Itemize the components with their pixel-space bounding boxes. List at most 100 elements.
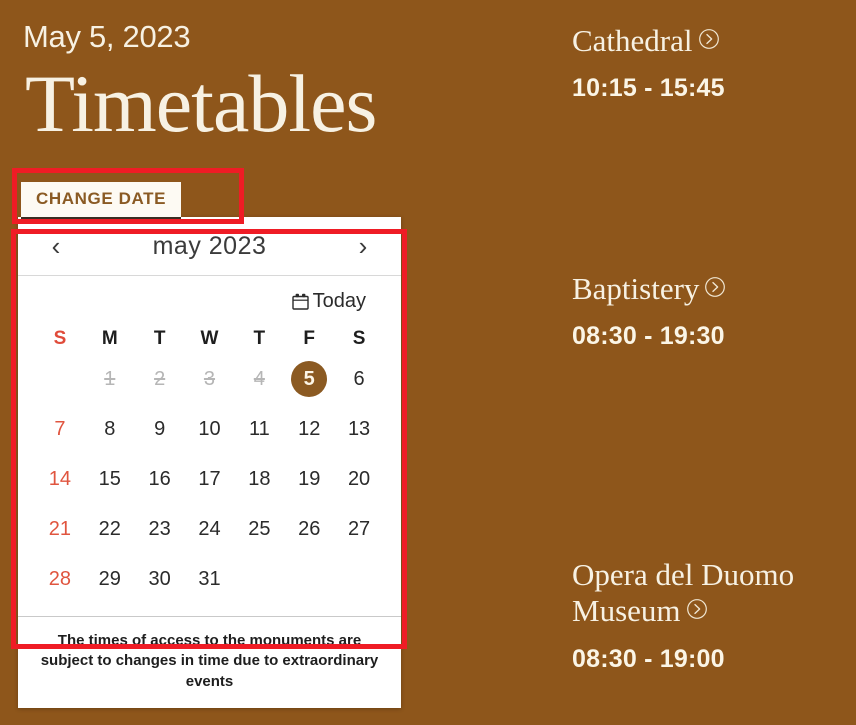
calendar-day-16[interactable]: 16	[135, 454, 185, 504]
monument-name-link[interactable]: Opera del Duomo Museum	[572, 557, 856, 629]
calendar-day-7[interactable]: 7	[35, 404, 85, 454]
calendar-day-17[interactable]: 17	[185, 454, 235, 504]
calendar-day-6[interactable]: 6	[334, 354, 384, 404]
calendar-day-14[interactable]: 14	[35, 454, 85, 504]
monument-name-link[interactable]: Cathedral	[572, 22, 856, 58]
calendar-day-label: 12	[298, 418, 321, 440]
calendar-day-label: 24	[198, 518, 221, 540]
calendar-day-label: 23	[148, 518, 171, 540]
today-button[interactable]: Today	[286, 289, 372, 314]
weekday-wednesday: W	[200, 328, 219, 349]
calendar-day-22[interactable]: 22	[85, 504, 135, 554]
calendar-day-8[interactable]: 8	[85, 404, 135, 454]
calendar-day-disabled-1: 1	[85, 354, 135, 404]
calendar-day-label: 7	[54, 418, 66, 440]
calendar-day-label: 2	[154, 368, 166, 390]
weekday-friday: F	[303, 328, 316, 349]
calendar-day-9[interactable]: 9	[135, 404, 185, 454]
calendar-day-label: 25	[248, 518, 271, 540]
calendar-day-disabled-2: 2	[135, 354, 185, 404]
calendar-day-12[interactable]: 12	[284, 404, 334, 454]
calendar-day-24[interactable]: 24	[185, 504, 235, 554]
circle-chevron-right-icon[interactable]	[704, 270, 726, 305]
monument-entry: Baptistery 08:30 - 19:30	[572, 270, 856, 351]
calendar-header: ‹ may 2023 ›	[18, 217, 401, 276]
current-date-label: May 5, 2023	[23, 19, 191, 54]
calendar-day-27[interactable]: 27	[334, 504, 384, 554]
calendar-day-label: 1	[104, 368, 116, 390]
calendar-day-label: 6	[353, 368, 365, 390]
calendar-day-label: 29	[98, 568, 121, 590]
monument-entry: Cathedral 10:15 - 15:45	[572, 22, 856, 103]
calendar-day-15[interactable]: 15	[85, 454, 135, 504]
calendar-day-label: 21	[48, 518, 72, 540]
calendar-day-label: 17	[198, 468, 221, 490]
calendar-day-25[interactable]: 25	[234, 504, 284, 554]
calendar-day-label: 8	[104, 418, 116, 440]
calendar-day-26[interactable]: 26	[284, 504, 334, 554]
page-title: Timetables	[25, 58, 377, 149]
calendar-day-28[interactable]: 28	[35, 554, 85, 604]
monument-name-link[interactable]: Baptistery	[572, 270, 856, 306]
today-row: Today	[35, 276, 384, 320]
calendar-day-31[interactable]: 31	[185, 554, 235, 604]
calendar-day-label: 19	[298, 468, 321, 490]
chevron-right-icon[interactable]: ›	[339, 217, 387, 275]
monument-entry: Opera del Duomo Museum 08:30 - 19:00	[572, 557, 856, 674]
calendar-day-13[interactable]: 13	[334, 404, 384, 454]
calendar-day-21[interactable]: 21	[35, 504, 85, 554]
calendar-month-label: may 2023	[152, 231, 267, 260]
calendar-day-11[interactable]: 11	[234, 404, 284, 454]
calendar-day-disabled-4: 4	[234, 354, 284, 404]
calendar-day-label: 27	[347, 518, 371, 540]
calendar-day-label: 26	[298, 518, 321, 540]
calendar-day-30[interactable]: 30	[135, 554, 185, 604]
calendar-day-label: 20	[347, 468, 371, 490]
calendar-day-empty	[284, 554, 334, 604]
weekday-monday: M	[101, 328, 118, 349]
calendar-day-label: 16	[148, 468, 171, 490]
weekday-sunday: S	[53, 328, 67, 349]
calendar-grid: 1 2 3 4 5 6 7 8 9 10 11 12 13 14 15 16 17 18 19 20 21 22 23 24 2…	[35, 354, 384, 604]
chevron-left-icon[interactable]: ‹	[32, 217, 80, 275]
monument-hours: 08:30 - 19:00	[572, 644, 725, 673]
weekday-header-row: S M T W T F S	[35, 328, 384, 350]
calendar-day-label: 13	[347, 418, 371, 440]
circle-chevron-right-icon[interactable]	[698, 22, 720, 57]
calendar-day-23[interactable]: 23	[135, 504, 185, 554]
weekday-saturday: S	[352, 328, 366, 349]
calendar-day-label: 10	[198, 418, 221, 440]
calendar-day-label: 11	[248, 418, 270, 440]
weekday-thursday: T	[253, 328, 266, 349]
calendar-day-18[interactable]: 18	[234, 454, 284, 504]
monument-name: Opera del Duomo Museum	[572, 557, 795, 629]
calendar-day-20[interactable]: 20	[334, 454, 384, 504]
calendar-day-disabled-3: 3	[185, 354, 235, 404]
calendar-day-10[interactable]: 10	[185, 404, 235, 454]
calendar-day-empty	[35, 354, 85, 404]
calendar-body: Today S M T W T F S 1 2 3 4 5 6 7 8 9 10 11 12 13 14 1…	[18, 276, 401, 616]
calendar-day-29[interactable]: 29	[85, 554, 135, 604]
circle-chevron-right-icon[interactable]	[686, 592, 708, 627]
calendar-day-selected-5[interactable]: 5	[284, 354, 334, 404]
calendar-day-label: 3	[203, 368, 216, 390]
calendar-day-label	[341, 561, 377, 597]
calendar-day-label: 22	[98, 518, 121, 540]
calendar-day-label	[241, 561, 277, 597]
calendar-week-row: 7 8 9 10 11 12 13	[35, 404, 384, 454]
calendar-week-row: 28 29 30 31	[35, 554, 384, 604]
monument-hours: 10:15 - 15:45	[572, 74, 725, 103]
calendar-week-row: 21 22 23 24 25 26 27	[35, 504, 384, 554]
change-date-button[interactable]: CHANGE DATE	[21, 182, 182, 220]
calendar-day-19[interactable]: 19	[284, 454, 334, 504]
calendar-day-label	[291, 561, 327, 597]
calendar-popup: ‹ may 2023 › Today S M T W T F S 1 2 3 4…	[18, 217, 401, 708]
calendar-day-label	[42, 361, 78, 397]
calendar-day-label: 15	[98, 468, 121, 490]
calendar-day-label: 9	[154, 418, 166, 440]
monument-hours: 08:30 - 19:30	[572, 322, 725, 351]
today-button-label: Today	[312, 290, 366, 312]
calendar-day-label: 28	[48, 568, 72, 590]
calendar-week-row: 1 2 3 4 5 6	[35, 354, 384, 404]
calendar-day-label: 4	[253, 368, 265, 390]
